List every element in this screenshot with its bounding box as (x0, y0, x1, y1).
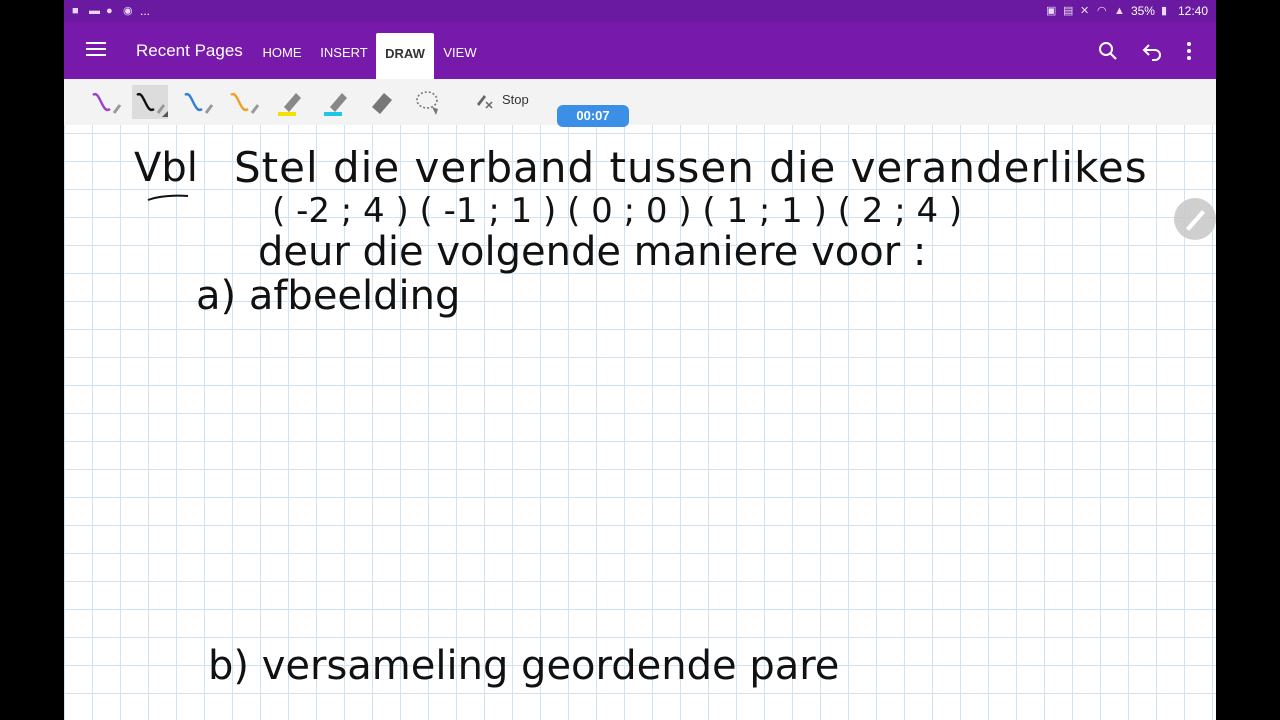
search-icon[interactable] (1097, 40, 1119, 62)
note-canvas[interactable]: Vbl Stel die verband tussen die verander… (64, 125, 1216, 720)
eraser-icon[interactable] (364, 85, 400, 119)
cast-icon: ▤ (1062, 4, 1074, 17)
draw-toolbar: Stop (64, 79, 1216, 126)
wifi-icon: ◠ (1096, 4, 1107, 17)
tab-draw[interactable]: DRAW (376, 33, 434, 79)
status-more: ... (140, 4, 151, 18)
example-label: Vbl (134, 145, 198, 191)
app-title[interactable]: Recent Pages (136, 41, 243, 61)
pen-black-icon[interactable] (132, 85, 168, 119)
note-line-3: deur die volgende maniere voor : (258, 229, 927, 275)
stop-button[interactable]: Stop (474, 89, 529, 109)
clock: 12:40 (1177, 4, 1208, 18)
folder-icon: ▬ (89, 4, 100, 17)
note-item-b: b) versameling geordende pare (208, 643, 840, 689)
highlighter-yellow-icon[interactable] (272, 85, 308, 119)
pen-stop-icon (477, 95, 493, 109)
more-options-icon[interactable] (1178, 40, 1200, 62)
tab-home[interactable]: HOME (256, 22, 308, 79)
lasso-select-icon[interactable] (410, 85, 446, 119)
video-icon: ■ (72, 4, 79, 17)
chat-icon: ● (106, 4, 113, 17)
mute-icon: ✕ (1079, 4, 1090, 17)
location-icon: ◉ (123, 4, 133, 17)
underline-stroke (147, 194, 189, 201)
menu-icon[interactable] (86, 42, 106, 58)
undo-icon[interactable] (1141, 40, 1163, 62)
note-item-a: a) afbeelding (196, 273, 461, 319)
tab-view[interactable]: VIEW (438, 22, 482, 79)
highlighter-cyan-icon[interactable] (318, 85, 354, 119)
battery-level: 35% (1130, 4, 1155, 18)
stop-label: Stop (502, 91, 529, 107)
lock-icon: ▣ (1045, 4, 1057, 17)
pen-purple-icon[interactable] (88, 85, 124, 119)
status-bar: ■ ▬ ● ◉ ... ▣ ▤ ✕ ◠ ▲ 35% ▮ 12:40 (64, 0, 1216, 22)
battery-icon: ▮ (1160, 4, 1168, 17)
note-line-2: ( -2 ; 4 ) ( -1 ; 1 ) ( 0 ; 0 ) ( 1 ; 1 … (272, 191, 963, 231)
recording-timer: 00:07 (557, 105, 629, 127)
tab-insert[interactable]: INSERT (316, 22, 372, 79)
pencil-icon (1186, 210, 1205, 231)
pen-blue-icon[interactable] (180, 85, 216, 119)
pen-orange-icon[interactable] (226, 85, 262, 119)
floating-pen-button[interactable] (1174, 198, 1216, 240)
signal-icon: ▲ (1113, 4, 1125, 17)
note-line-1: Stel die verband tussen die veranderlike… (234, 143, 1148, 192)
app-bar: Recent Pages HOME INSERT DRAW VIEW (64, 22, 1216, 79)
